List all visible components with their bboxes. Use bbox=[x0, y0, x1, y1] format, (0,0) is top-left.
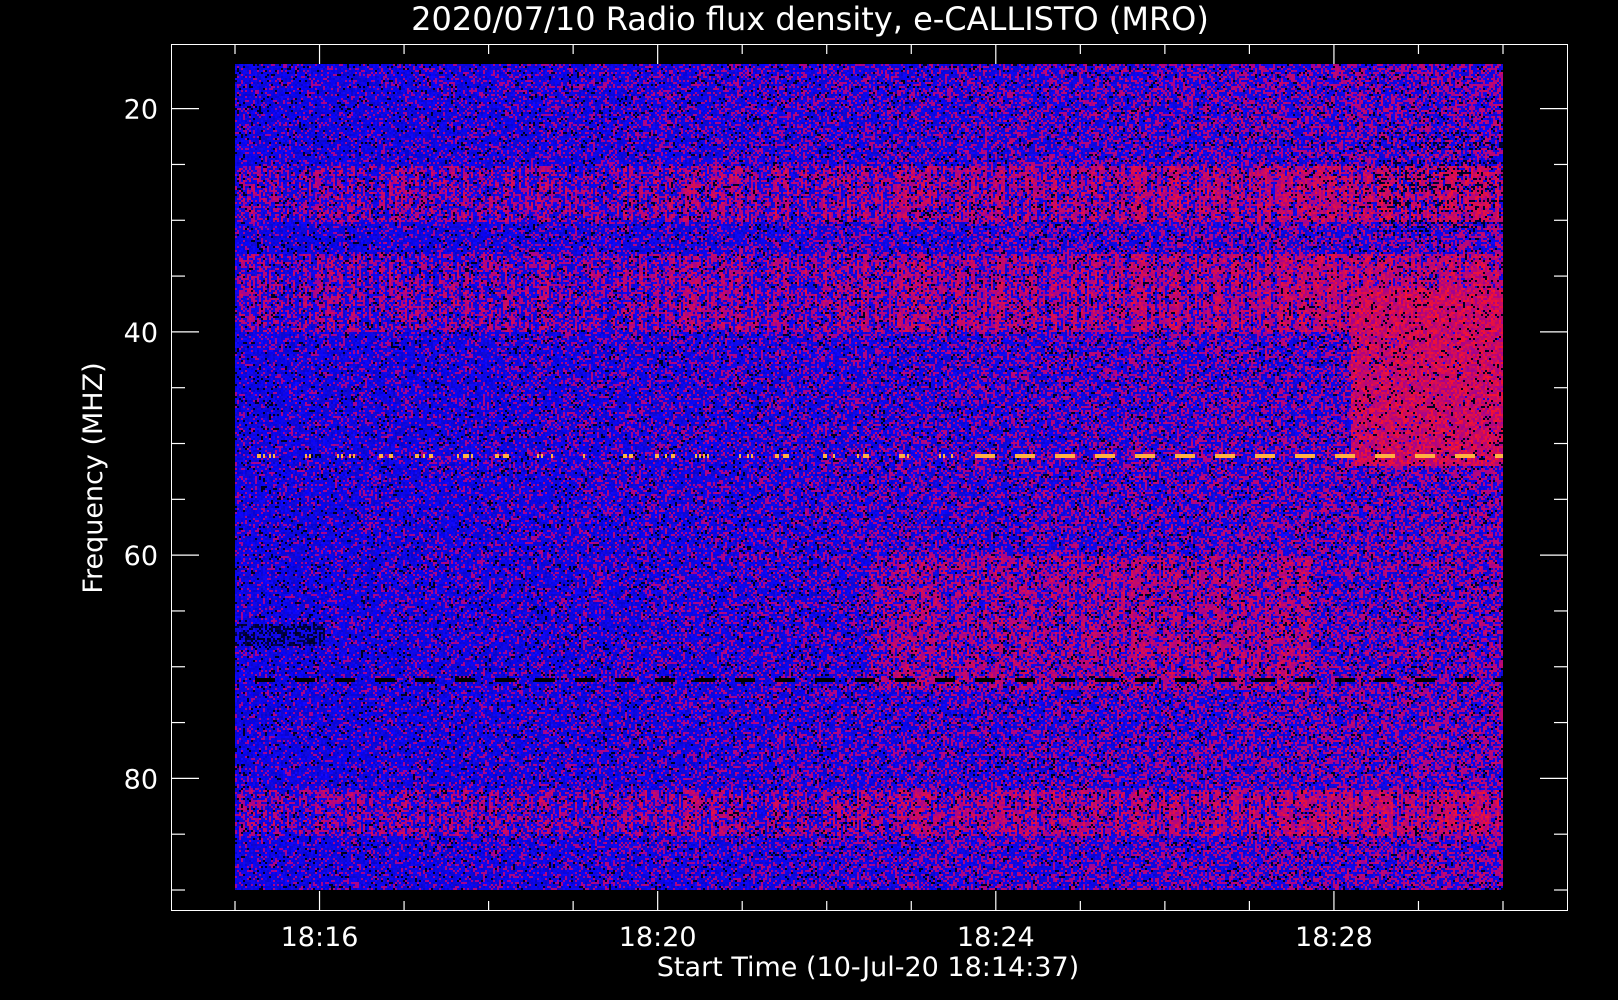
y-tick-label: 20 bbox=[124, 95, 158, 126]
chart-title: 2020/07/10 Radio flux density, e-CALLIST… bbox=[411, 0, 1209, 38]
x-tick-label: 18:28 bbox=[1295, 922, 1373, 953]
y-tick-label: 40 bbox=[124, 318, 158, 349]
x-axis-ticks: 18:16 18:20 18:24 18:28 bbox=[234, 44, 1504, 953]
x-tick-label: 18:20 bbox=[619, 922, 697, 953]
x-axis-label: Start Time (10-Jul-20 18:14:37) bbox=[657, 952, 1079, 983]
x-tick-label: 18:24 bbox=[957, 922, 1035, 953]
y-tick-label: 60 bbox=[124, 541, 158, 572]
y-tick-label: 80 bbox=[124, 764, 158, 795]
y-axis-ticks: 20 40 60 80 bbox=[124, 95, 1568, 891]
x-tick-label: 18:16 bbox=[281, 922, 359, 953]
y-axis-label: Frequency (MHZ) bbox=[78, 362, 109, 593]
axes: 2020/07/10 Radio flux density, e-CALLIST… bbox=[78, 0, 1568, 983]
spectrogram-figure: 2020/07/10 Radio flux density, e-CALLIST… bbox=[0, 0, 1618, 1000]
